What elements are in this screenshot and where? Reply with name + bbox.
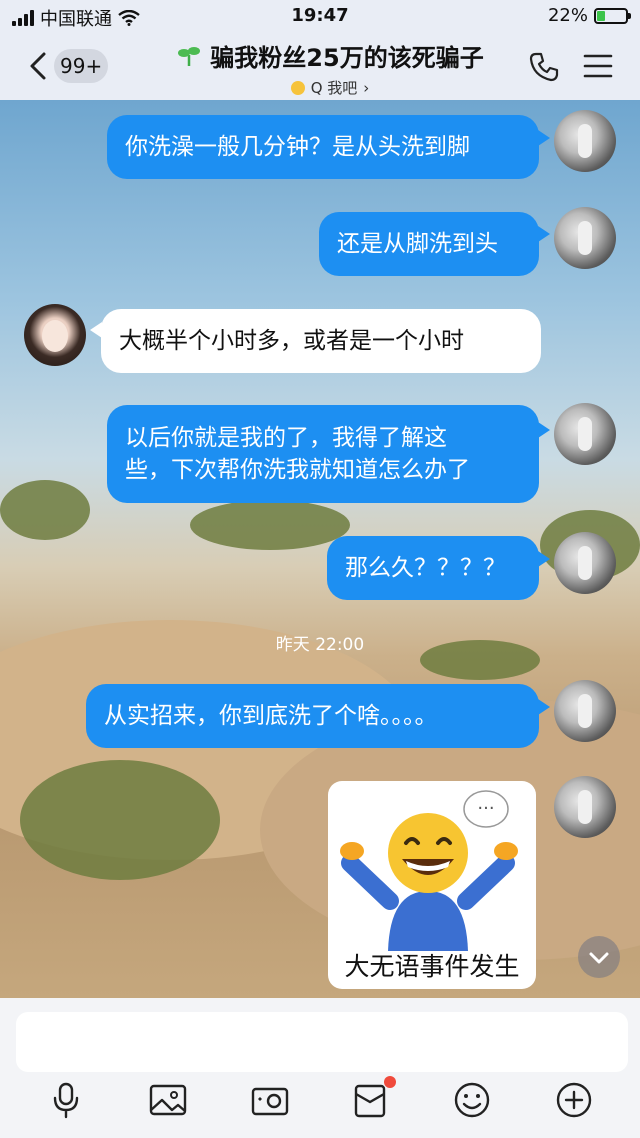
scroll-down-button[interactable] (578, 936, 620, 978)
phone-icon[interactable] (527, 50, 561, 84)
bubble-tail (538, 226, 550, 242)
unread-badge[interactable]: 99+ (54, 49, 109, 83)
input-toolbar (0, 998, 640, 1138)
avatar[interactable] (554, 110, 616, 172)
status-time: 19:47 (291, 5, 349, 26)
message-bubble[interactable]: 你洗澡一般几分钟？是从头洗到脚 (107, 115, 539, 179)
chat-title-area[interactable]: 骗我粉丝25万的该死骗子 Q 我吧 › (130, 38, 530, 99)
message-bubble[interactable]: 以后你就是我的了，我得了解这 些，下次帮你洗我就知道怎么办了 (107, 405, 539, 503)
smile-icon (290, 80, 305, 95)
avatar[interactable] (554, 776, 616, 838)
shrug-emoji-sticker: ··· (340, 790, 518, 951)
sticker-caption: 大无语事件发生 (344, 952, 520, 981)
message-text: 那么久？？？？ (345, 555, 506, 581)
avatar[interactable] (554, 532, 616, 594)
image-icon[interactable] (148, 1080, 188, 1120)
status-bar: 中国联通 19:47 22% (0, 0, 640, 34)
avatar[interactable] (554, 680, 616, 742)
chevron-down-icon (589, 952, 609, 964)
notification-dot (384, 1076, 396, 1088)
chat-title: 骗我粉丝25万的该死骗子 (210, 44, 484, 72)
microphone-icon[interactable] (46, 1080, 86, 1120)
avatar[interactable] (24, 304, 86, 366)
sticker-message[interactable]: ··· 大无语事件发生 (328, 781, 536, 989)
emoji-icon[interactable] (452, 1080, 492, 1120)
bubble-tail (538, 551, 550, 567)
message-text: 你洗澡一般几分钟？是从头洗到脚 (125, 134, 470, 160)
avatar[interactable] (554, 207, 616, 269)
bubble-tail (538, 130, 550, 146)
sprout-icon (178, 46, 201, 66)
message-bubble[interactable]: 大概半个小时多，或者是一个小时 (101, 309, 541, 373)
message-input[interactable] (16, 1012, 628, 1072)
message-bubble[interactable]: 还是从脚洗到头 (319, 212, 539, 276)
chevron-left-icon[interactable] (24, 50, 52, 82)
speech-dots: ··· (477, 798, 494, 819)
message-bubble[interactable]: 那么久？？？？ (327, 536, 539, 600)
message-text-line: 以后你就是我的了，我得了解这 (125, 425, 447, 451)
camera-icon[interactable] (250, 1080, 290, 1120)
avatar[interactable] (554, 403, 616, 465)
message-text: 还是从脚洗到头 (337, 231, 498, 257)
battery-icon (594, 7, 631, 24)
timestamp: 昨天 22:00 (275, 635, 365, 655)
message-bubble[interactable]: 从实招来，你到底洗了个啥。。。。 (86, 684, 539, 748)
battery-percent: 22% (547, 5, 588, 26)
plus-icon[interactable] (554, 1080, 594, 1120)
bubble-tail (538, 422, 550, 438)
chevron-right-icon: › (363, 78, 370, 97)
message-text: 大概半个小时多，或者是一个小时 (119, 328, 464, 354)
chat-subtitle: Q 我吧 (310, 79, 358, 97)
red-packet-icon[interactable] (350, 1080, 390, 1120)
message-text: 从实招来，你到底洗了个啥。。。。 (104, 703, 438, 729)
bubble-tail (538, 699, 550, 715)
chat-header: 99+ 骗我粉丝25万的该死骗子 Q 我吧 › (0, 34, 640, 100)
message-text-line: 些，下次帮你洗我就知道怎么办了 (125, 457, 470, 483)
menu-icon[interactable] (583, 52, 613, 80)
